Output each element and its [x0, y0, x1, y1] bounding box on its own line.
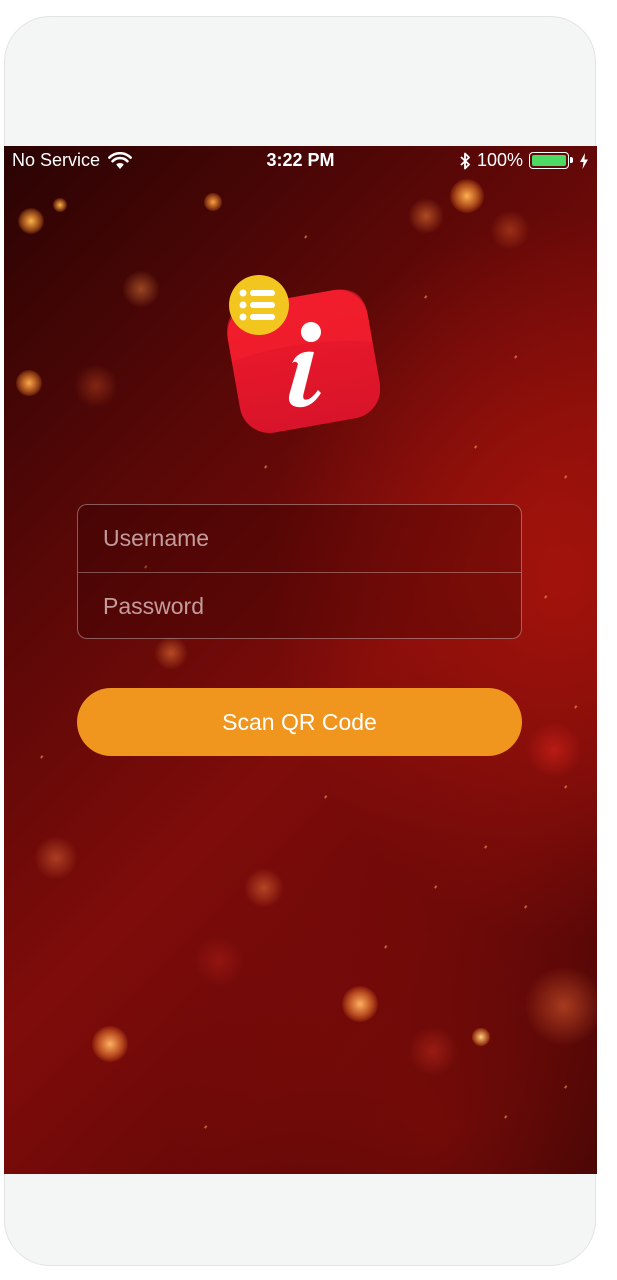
bokeh-light [16, 370, 42, 396]
bokeh-light [74, 364, 118, 408]
bokeh-light [244, 868, 284, 908]
bokeh-light [408, 1026, 458, 1076]
bluetooth-icon [460, 152, 470, 169]
status-bar: No Service 3:22 PM 100% [4, 146, 597, 176]
particle-speck [434, 885, 437, 889]
status-right: 100% [459, 150, 589, 171]
particle-speck [324, 795, 327, 799]
particle-speck [424, 295, 427, 299]
bokeh-light [34, 836, 78, 880]
particle-speck [384, 945, 387, 949]
bokeh-light [204, 193, 222, 211]
bokeh-light [194, 936, 244, 986]
particle-speck [204, 1125, 207, 1129]
particle-speck [40, 755, 43, 759]
particle-speck [514, 355, 517, 359]
particle-speck [504, 1115, 507, 1119]
particle-speck [564, 785, 567, 789]
particle-speck [474, 445, 477, 449]
login-form [77, 504, 522, 639]
username-input[interactable] [78, 505, 521, 572]
bokeh-light [92, 1026, 128, 1062]
battery-icon [529, 152, 573, 169]
info-list-app-logo-icon [227, 275, 380, 433]
particle-speck [264, 465, 267, 469]
bokeh-light [154, 636, 188, 670]
bokeh-light [122, 270, 160, 308]
password-input[interactable] [78, 572, 521, 639]
bokeh-light [342, 986, 378, 1022]
particle-speck [574, 705, 577, 709]
bokeh-light [408, 198, 444, 234]
bokeh-light [472, 1028, 490, 1046]
charging-icon [580, 152, 588, 169]
bokeh-light [450, 179, 484, 213]
particle-speck [524, 905, 527, 909]
bokeh-light [526, 722, 582, 778]
battery-percent: 100% [476, 150, 523, 170]
bokeh-light [18, 208, 44, 234]
app-screen: No Service 3:22 PM 100% Username Scan QR… [4, 146, 597, 1174]
particle-speck [564, 475, 567, 479]
bokeh-light [524, 966, 597, 1046]
battery-fill [532, 155, 566, 166]
particle-speck [304, 235, 307, 239]
particle-speck [564, 1085, 567, 1089]
bokeh-light [53, 198, 67, 212]
scan-qr-code-button[interactable]: Scan QR Code [77, 688, 522, 756]
particle-speck [484, 845, 487, 849]
particle-speck [544, 595, 547, 599]
bokeh-light [490, 210, 530, 250]
